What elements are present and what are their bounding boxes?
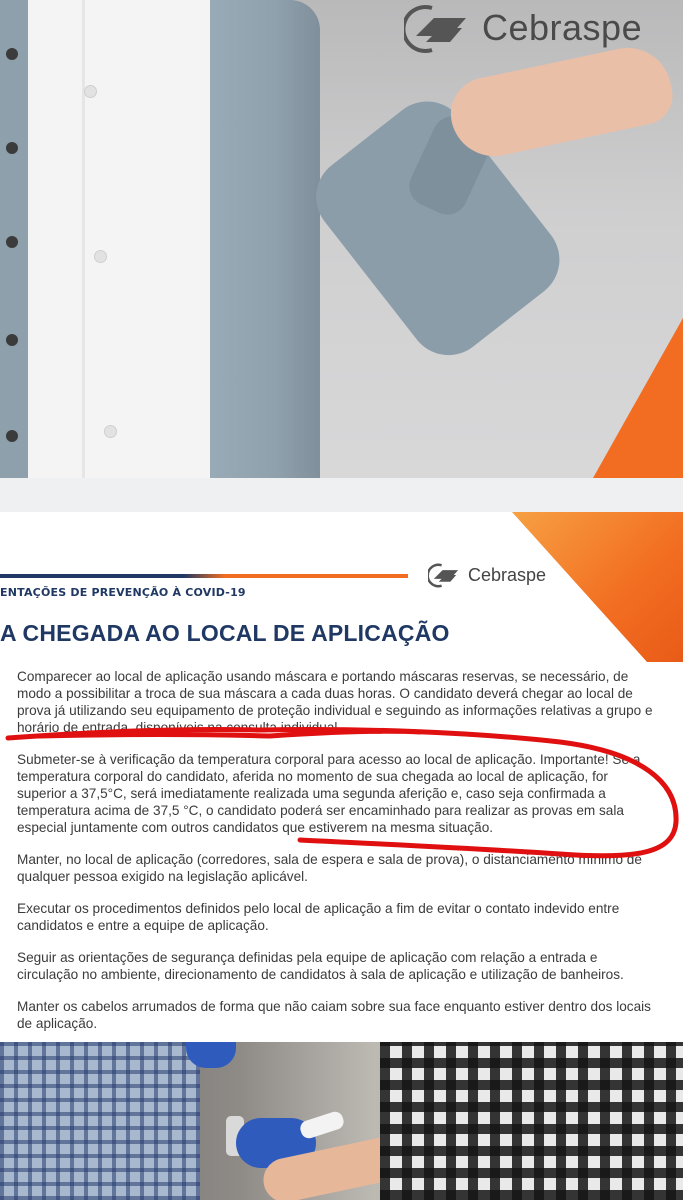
- bottom-photo: [0, 1042, 683, 1200]
- header-rule: [0, 574, 408, 578]
- cardigan-button: [6, 334, 18, 346]
- covid-guidelines-slide: ENTAÇÕES DE PREVENÇÃO À COVID-19 Cebrasp…: [0, 512, 683, 1042]
- list-item: Executar os procedimentos definidos pelo…: [17, 901, 620, 933]
- shirt-shape: [10, 0, 210, 478]
- list-item: Manter, no local de aplicação (corredore…: [17, 852, 642, 884]
- shirt-button: [94, 250, 107, 263]
- hero-photo: Cebraspe: [0, 0, 683, 478]
- cardigan-button: [6, 430, 18, 442]
- brand-name: Cebraspe: [468, 564, 547, 585]
- cardigan-button: [6, 48, 18, 60]
- page-gap: [0, 478, 683, 512]
- slide-subtitle: ENTAÇÕES DE PREVENÇÃO À COVID-19: [0, 586, 246, 599]
- list-item: Submeter-se à verificação da temperatura…: [17, 752, 641, 835]
- cebraspe-logo-small: Cebraspe: [428, 562, 546, 588]
- cebraspe-logo-icon: [428, 563, 459, 588]
- plaid-shirt-right: [380, 1042, 683, 1200]
- shirt-placket: [82, 0, 85, 478]
- shirt-button: [104, 425, 117, 438]
- cardigan-button: [6, 236, 18, 248]
- cebraspe-logo: Cebraspe: [404, 0, 642, 56]
- open-hand-shape: [444, 39, 678, 165]
- list-item: Comparecer ao local de aplicação usando …: [17, 669, 653, 735]
- orange-corner-shape: [593, 318, 683, 478]
- shirt-button: [84, 85, 97, 98]
- cardigan-button: [6, 142, 18, 154]
- list-item: Seguir as orientações de segurança defin…: [17, 950, 624, 982]
- slide-heading: A CHEGADA AO LOCAL DE APLICAÇÃO: [0, 620, 450, 646]
- list-item: Manter os cabelos arrumados de forma que…: [17, 999, 651, 1031]
- plaid-shirt-left: [0, 1042, 200, 1200]
- brand-name: Cebraspe: [482, 7, 643, 48]
- guidelines-list: Comparecer ao local de aplicação usando …: [17, 668, 657, 1032]
- cebraspe-logo-icon: [404, 5, 466, 53]
